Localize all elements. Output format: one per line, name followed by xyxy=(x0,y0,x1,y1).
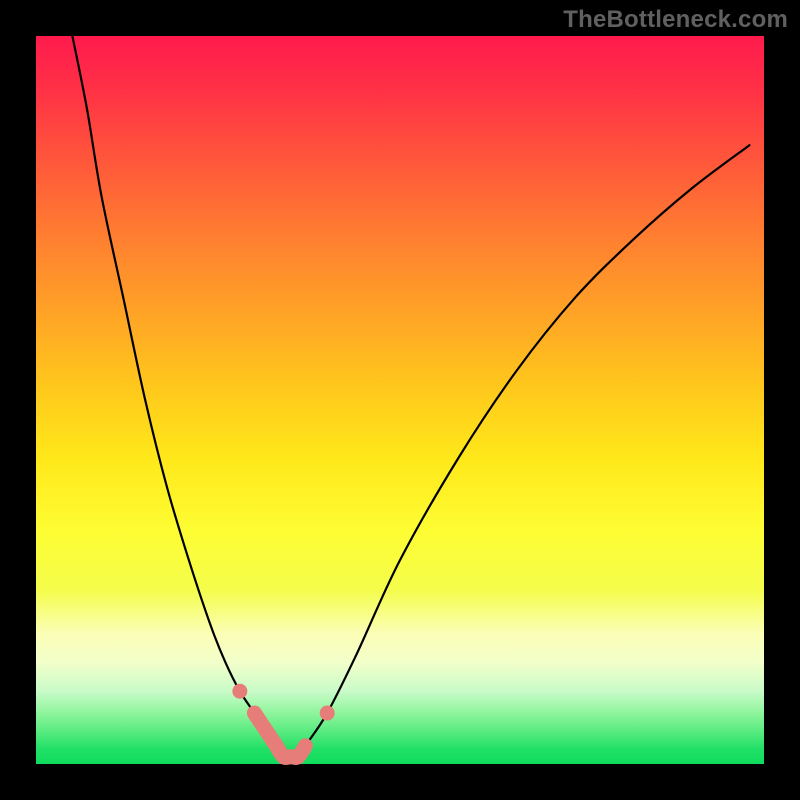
bottleneck-curve xyxy=(72,36,749,758)
watermark-text: TheBottleneck.com xyxy=(563,6,788,34)
highlight-point xyxy=(232,684,247,699)
chart-frame: TheBottleneck.com xyxy=(0,0,800,800)
plot-area xyxy=(36,36,764,764)
chart-svg xyxy=(36,36,764,764)
highlight-point xyxy=(320,706,335,721)
highlight-segment xyxy=(254,713,305,757)
